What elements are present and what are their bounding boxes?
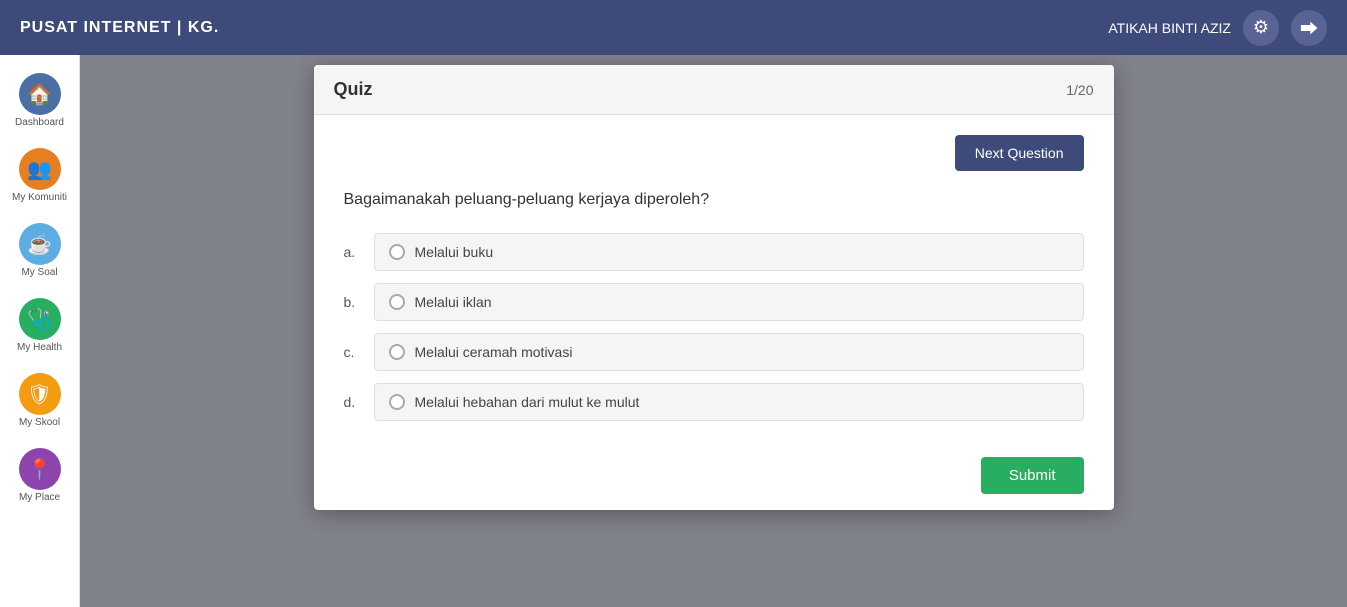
soal-icon: ☕ xyxy=(19,223,61,265)
next-question-button[interactable]: Next Question xyxy=(955,135,1084,171)
radio-a[interactable] xyxy=(389,244,405,260)
option-text-a: Melalui buku xyxy=(415,244,494,260)
logout-icon[interactable]: ⮕ xyxy=(1291,10,1327,46)
topbar-username: ATIKAH BINTI AZIZ xyxy=(1108,20,1231,36)
place-icon: 📍 xyxy=(19,448,61,490)
modal-footer: Submit xyxy=(314,441,1114,510)
option-text-b: Melalui iklan xyxy=(415,294,492,310)
quiz-modal: Quiz 1/20 Next Question Bagaimanakah pel… xyxy=(314,65,1114,510)
radio-c[interactable] xyxy=(389,344,405,360)
komuniti-icon: 👥 xyxy=(19,148,61,190)
sidebar-label-komuniti: My Komuniti xyxy=(12,192,67,203)
sidebar-item-health[interactable]: 🩺 My Health xyxy=(0,290,79,361)
modal-body: Next Question Bagaimanakah peluang-pelua… xyxy=(314,115,1114,441)
sidebar-item-dashboard[interactable]: 🏠 Dashboard xyxy=(0,65,79,136)
option-box-d[interactable]: Melalui hebahan dari mulut ke mulut xyxy=(374,383,1084,421)
sidebar-item-komuniti[interactable]: 👥 My Komuniti xyxy=(0,140,79,211)
skool-icon: 🛡 xyxy=(19,373,61,415)
option-row-a: a. Melalui buku xyxy=(344,233,1084,271)
option-box-c[interactable]: Melalui ceramah motivasi xyxy=(374,333,1084,371)
option-row-b: b. Melalui iklan xyxy=(344,283,1084,321)
option-row-d: d. Melalui hebahan dari mulut ke mulut xyxy=(344,383,1084,421)
radio-d[interactable] xyxy=(389,394,405,410)
option-text-d: Melalui hebahan dari mulut ke mulut xyxy=(415,394,640,410)
radio-b[interactable] xyxy=(389,294,405,310)
modal-overlay: Quiz 1/20 Next Question Bagaimanakah pel… xyxy=(80,55,1347,607)
sidebar-label-soal: My Soal xyxy=(21,267,57,278)
sidebar-item-skool[interactable]: 🛡 My Skool xyxy=(0,365,79,436)
health-icon: 🩺 xyxy=(19,298,61,340)
sidebar-label-health: My Health xyxy=(17,342,62,353)
option-row-c: c. Melalui ceramah motivasi xyxy=(344,333,1084,371)
sidebar-label-skool: My Skool xyxy=(19,417,60,428)
options-list: a. Melalui buku b. Melalui iklan xyxy=(344,233,1084,421)
option-label-c: c. xyxy=(344,344,364,360)
option-label-b: b. xyxy=(344,294,364,310)
modal-header: Quiz 1/20 xyxy=(314,65,1114,115)
settings-icon[interactable]: ⚙ xyxy=(1243,10,1279,46)
topbar-title: PUSAT INTERNET | KG. xyxy=(20,19,219,37)
submit-button[interactable]: Submit xyxy=(981,457,1084,494)
modal-counter: 1/20 xyxy=(1066,82,1093,98)
option-text-c: Melalui ceramah motivasi xyxy=(415,344,573,360)
option-label-d: d. xyxy=(344,394,364,410)
sidebar-item-place[interactable]: 📍 My Place xyxy=(0,440,79,511)
sidebar-item-soal[interactable]: ☕ My Soal xyxy=(0,215,79,286)
content-area: Quiz 1/20 Next Question Bagaimanakah pel… xyxy=(80,55,1347,607)
topbar-right: ATIKAH BINTI AZIZ ⚙ ⮕ xyxy=(1108,10,1327,46)
main-layout: 🏠 Dashboard 👥 My Komuniti ☕ My Soal 🩺 My… xyxy=(0,55,1347,607)
sidebar-label-place: My Place xyxy=(19,492,60,503)
option-label-a: a. xyxy=(344,244,364,260)
modal-title: Quiz xyxy=(334,79,373,100)
topbar: PUSAT INTERNET | KG. ATIKAH BINTI AZIZ ⚙… xyxy=(0,0,1347,55)
option-box-b[interactable]: Melalui iklan xyxy=(374,283,1084,321)
option-box-a[interactable]: Melalui buku xyxy=(374,233,1084,271)
sidebar: 🏠 Dashboard 👥 My Komuniti ☕ My Soal 🩺 My… xyxy=(0,55,80,607)
dashboard-icon: 🏠 xyxy=(19,73,61,115)
question-text: Bagaimanakah peluang-peluang kerjaya dip… xyxy=(344,191,1084,209)
sidebar-label-dashboard: Dashboard xyxy=(15,117,64,128)
